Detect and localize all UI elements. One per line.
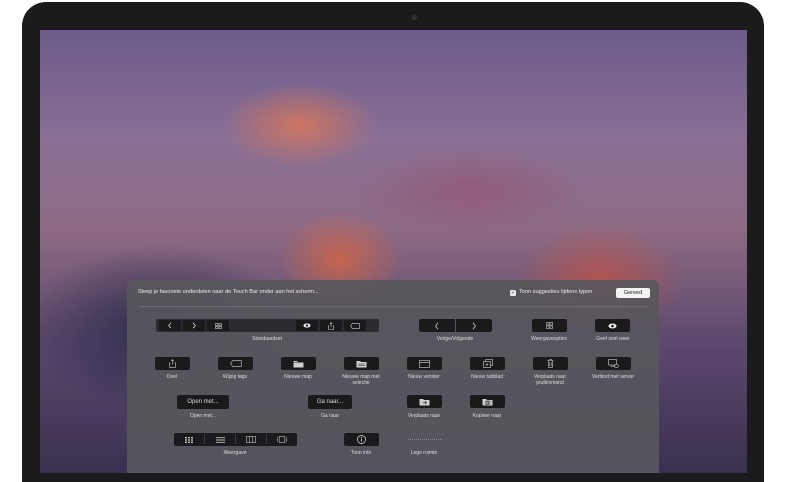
view-options-label: Weergaveopties [530, 336, 568, 342]
share-label: Deel [166, 374, 178, 380]
open-with-button[interactable]: Open met... [177, 395, 229, 409]
new-folder-with-selection-icon [356, 360, 367, 367]
flexible-space-label: Lege ruimte [410, 450, 438, 456]
trash-icon [547, 359, 554, 368]
view-mode-control[interactable] [174, 433, 297, 446]
move-to-trash-line-2: prullenmand [536, 380, 564, 386]
list-view-icon [205, 433, 235, 446]
eye-icon [296, 320, 318, 331]
back-button [419, 319, 455, 332]
move-to-folder-icon [419, 398, 430, 405]
gallery-view-icon [267, 433, 297, 446]
share-button[interactable] [155, 357, 190, 370]
move-to-trash-label: Verplaats naar prullenmand [534, 374, 566, 386]
icon-view-icon [174, 433, 204, 446]
open-with-button-label: Open met... [187, 399, 219, 405]
new-folder-with-selection-label: Nieuwe map met selectie [342, 374, 380, 386]
new-tab-label: Nieuw tabblad [471, 374, 503, 380]
open-with-label: Open met... [189, 413, 217, 419]
tag-icon [344, 320, 366, 331]
copy-to-button[interactable] [470, 395, 505, 408]
customize-touch-bar-panel: Sleep je favoriete onderdelen naar de To… [127, 280, 659, 473]
new-window-icon [419, 359, 430, 368]
new-tab-button[interactable] [470, 357, 505, 370]
camera-dot [412, 15, 417, 20]
new-folder-with-selection-line-2: selectie [352, 380, 370, 386]
column-view-icon [236, 433, 266, 446]
new-window-button[interactable] [407, 357, 442, 370]
suggestions-checkbox[interactable]: ✓ [510, 290, 516, 296]
go-to-button-label: Ga naar... [316, 399, 344, 405]
chevron-left-icon [159, 320, 181, 331]
new-folder-button[interactable] [281, 357, 316, 370]
suggestions-label: Toon suggesties tijdens typen [519, 289, 593, 295]
new-tab-icon [482, 359, 493, 368]
view-options-button[interactable] [532, 319, 567, 332]
panel-title: Sleep je favoriete onderdelen naar de To… [138, 289, 319, 295]
view-options-icon [207, 320, 229, 331]
done-button[interactable]: Gereed [616, 288, 650, 298]
move-to-button[interactable] [407, 395, 442, 408]
share-icon [320, 320, 342, 331]
edit-tags-label: Wijzig tags [222, 374, 248, 380]
view-mode-label: Weergave [223, 450, 247, 456]
copy-to-label: Kopieer naar [472, 413, 502, 419]
new-folder-with-selection-button[interactable] [344, 357, 379, 370]
divider [138, 306, 648, 307]
quick-look-label: Geef snel weer [596, 336, 630, 342]
move-to-label: Verplaats naar [407, 413, 441, 419]
chevron-right-icon [183, 320, 205, 331]
back-forward-control[interactable] [419, 319, 492, 332]
share-icon [169, 359, 176, 368]
get-info-label: Toon info [350, 450, 372, 456]
quick-look-button[interactable] [595, 319, 630, 332]
get-info-button[interactable] [344, 433, 379, 446]
edit-tags-button[interactable] [218, 357, 253, 370]
flexible-space-item[interactable] [407, 433, 442, 446]
go-to-button[interactable]: Ga naar... [308, 395, 352, 409]
copy-to-folder-icon [482, 398, 493, 405]
view-options-icon [546, 322, 553, 329]
go-to-label: Ga naar [320, 413, 340, 419]
default-set-label: Standaardset [252, 336, 282, 342]
eye-icon [608, 323, 617, 328]
new-folder-icon [293, 360, 304, 367]
connect-to-server-button[interactable] [596, 357, 631, 370]
server-icon [608, 359, 619, 368]
default-set-strip[interactable] [156, 319, 379, 332]
info-icon [357, 435, 366, 444]
back-forward-label: Vorige/Volgende [436, 336, 474, 342]
tag-icon [229, 360, 242, 367]
forward-button [456, 319, 492, 332]
connect-to-server-label: Verbind met server [592, 374, 634, 380]
move-to-trash-button[interactable] [533, 357, 568, 370]
new-folder-label: Nieuwe map [284, 374, 312, 380]
new-window-label: Nieuw venster [408, 374, 440, 380]
